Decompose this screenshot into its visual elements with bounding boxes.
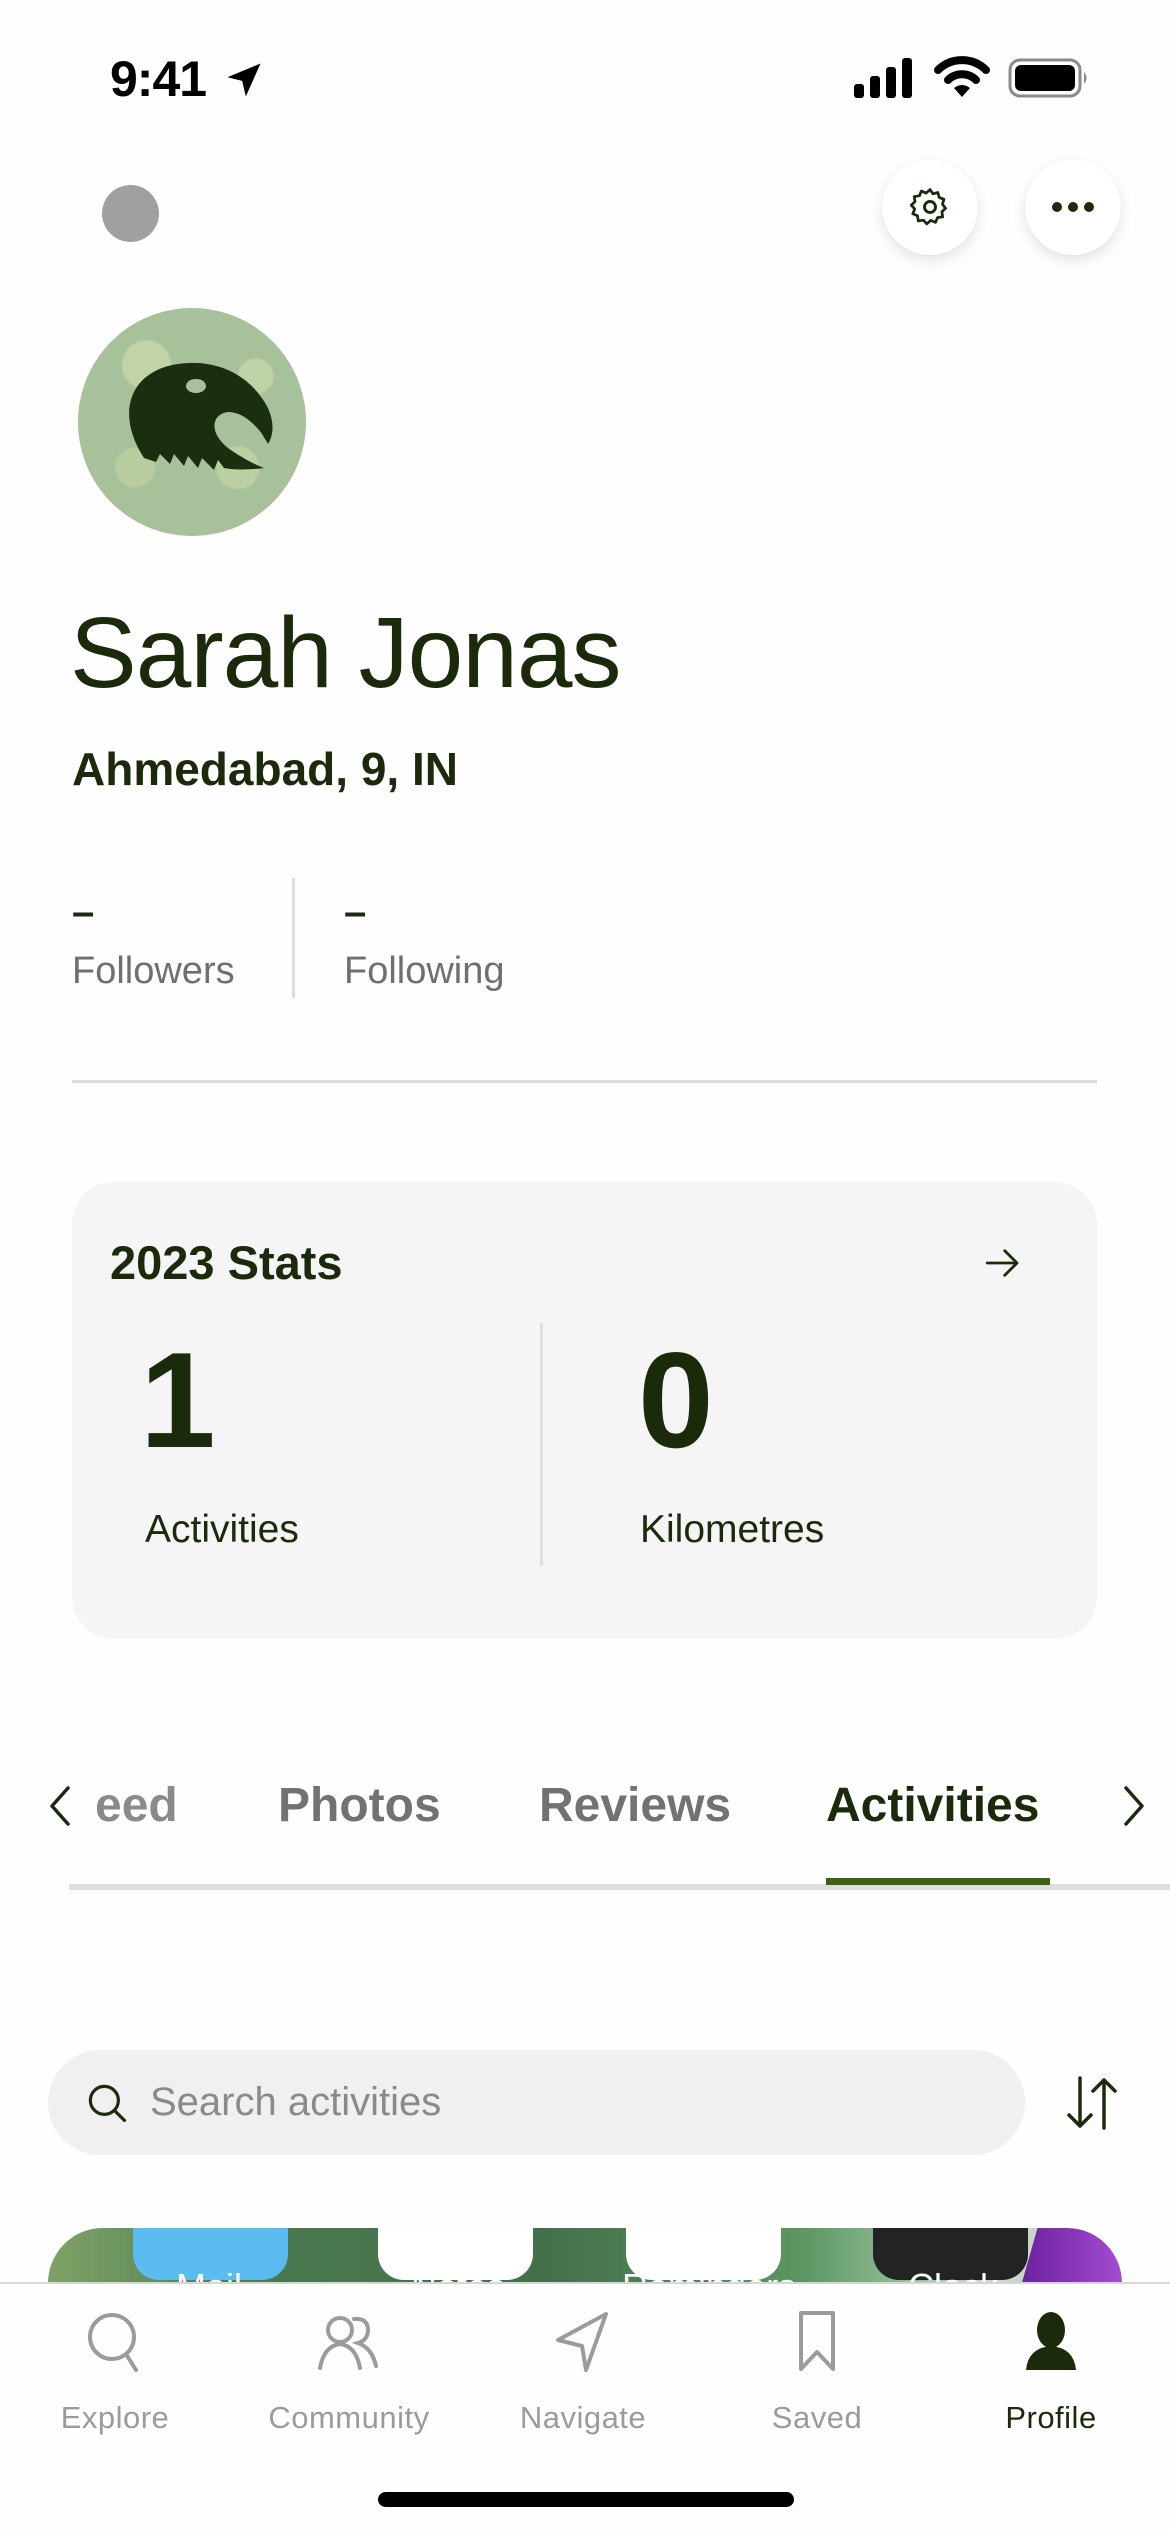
- nav-explore[interactable]: Explore: [15, 2310, 215, 2436]
- profile-name: Sarah Jonas: [70, 597, 621, 709]
- settings-button[interactable]: [882, 159, 978, 255]
- active-tab-indicator: [826, 1878, 1050, 1885]
- search-input[interactable]: [150, 2080, 970, 2125]
- battery-icon: [1008, 58, 1087, 98]
- followers-divider: [292, 878, 295, 998]
- more-button[interactable]: [1025, 159, 1121, 255]
- following-link[interactable]: Following: [344, 950, 505, 993]
- arrow-right-icon[interactable]: [982, 1242, 1024, 1284]
- stat-kilometres-label: Kilometres: [640, 1508, 825, 1551]
- followers-link[interactable]: Followers: [72, 950, 235, 993]
- community-icon: [318, 2316, 378, 2370]
- nav-label: Explore: [60, 2400, 170, 2435]
- stats-title: 2023 Stats: [110, 1236, 343, 1289]
- following-count: –: [344, 890, 367, 934]
- nav-label: Community: [268, 2400, 430, 2435]
- navigate-icon: [556, 2312, 608, 2372]
- search-icon: [88, 2313, 138, 2372]
- profile-icon: [1026, 2312, 1076, 2370]
- nav-profile[interactable]: Profile: [951, 2310, 1151, 2436]
- status-time: 9:41: [110, 51, 207, 107]
- status-dot: [102, 185, 159, 242]
- tab-photos[interactable]: Photos: [278, 1778, 441, 1833]
- wifi-icon: [934, 56, 990, 97]
- stat-activities-label: Activities: [145, 1508, 299, 1551]
- chevron-right-icon[interactable]: [1120, 1784, 1150, 1828]
- nav-label: Navigate: [519, 2400, 647, 2435]
- followers-count: –: [72, 890, 95, 934]
- nav-saved[interactable]: Saved: [717, 2310, 917, 2436]
- home-indicator[interactable]: [378, 2492, 794, 2507]
- nav-navigate[interactable]: Navigate: [483, 2310, 683, 2436]
- nav-label: Saved: [771, 2400, 863, 2435]
- sort-icon[interactable]: [1064, 2074, 1120, 2132]
- stat-activities-value: 1: [140, 1324, 216, 1476]
- section-divider: [72, 1080, 1097, 1083]
- bookmark-icon: [799, 2311, 835, 2371]
- gear-icon: [909, 188, 947, 226]
- location-arrow-icon: [227, 63, 261, 97]
- stat-kilometres-value: 0: [638, 1324, 714, 1476]
- avatar[interactable]: [78, 308, 306, 536]
- nav-label: Profile: [1005, 2400, 1097, 2435]
- search-icon: [88, 2084, 127, 2122]
- tab-reviews[interactable]: Reviews: [539, 1778, 731, 1833]
- chevron-left-icon[interactable]: [44, 1784, 74, 1828]
- profile-location: Ahmedabad, 9, IN: [72, 743, 458, 795]
- more-icon: [1052, 202, 1094, 212]
- search-bar[interactable]: [48, 2050, 1025, 2155]
- stats-divider: [540, 1323, 543, 1566]
- eagle-logo-icon: [129, 362, 273, 470]
- tab-activities[interactable]: Activities: [826, 1778, 1039, 1833]
- signal-icon: [854, 58, 912, 98]
- tab-feed[interactable]: eed: [95, 1778, 178, 1833]
- nav-community[interactable]: Community: [249, 2310, 449, 2436]
